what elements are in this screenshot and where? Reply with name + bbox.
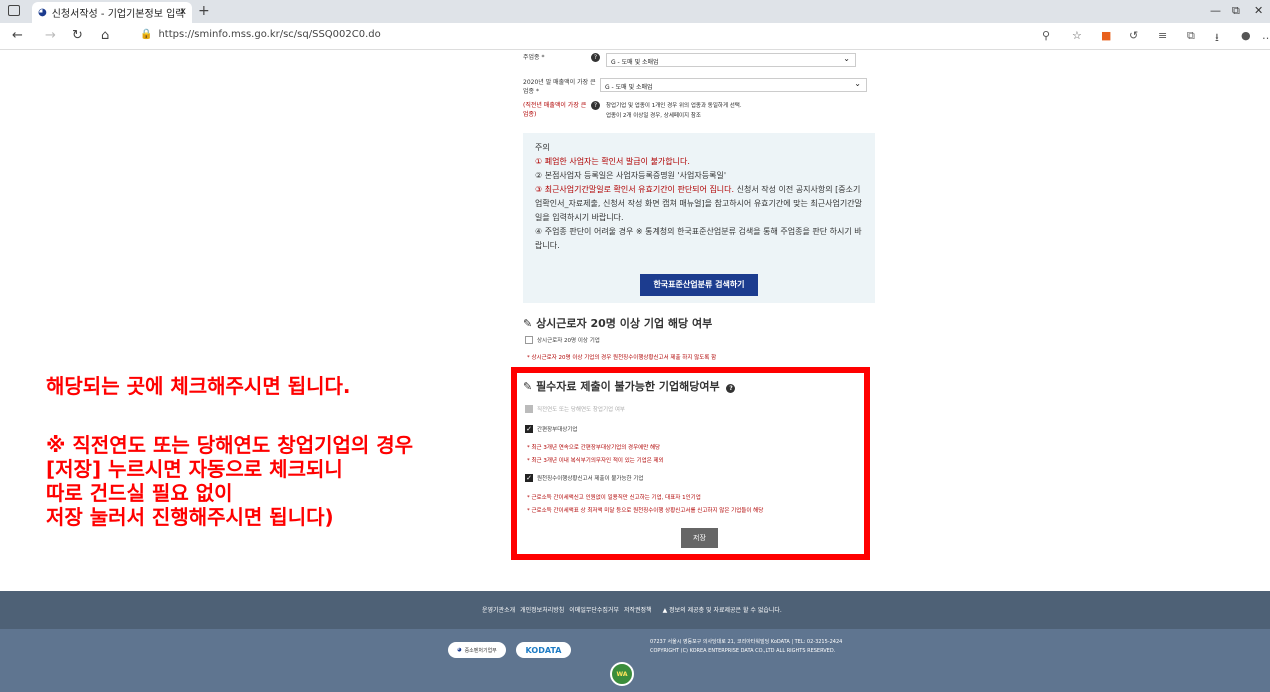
- startup-checkbox-row: 직전연도 또는 당해연도 창업기업 여부: [525, 405, 625, 413]
- download-icon[interactable]: ⭳: [1215, 29, 1219, 48]
- sync-icon[interactable]: ↺: [1129, 29, 1138, 42]
- notice-box: 주의 ① 폐업한 사업자는 확인서 발급이 불가합니다. ② 본점사업자 등록일…: [523, 133, 875, 303]
- startup-checkbox-label: 직전연도 또는 당해연도 창업기업 여부: [537, 407, 625, 413]
- notice-heading: 주의: [535, 143, 550, 152]
- main-industry-select[interactable]: G - 도매 및 소매업: [606, 53, 856, 67]
- browser-toolbar: ← → ↻ ⌂ 🔒 https://sminfo.mss.go.kr/sc/sq/…: [0, 23, 1270, 50]
- wa-certification-mark: WA: [610, 662, 634, 686]
- main-industry-row: 주업종 * ? G - 도매 및 소매업: [523, 53, 875, 67]
- annotation-line-3: [저장] 누르시면 자동으로 체크되니: [46, 457, 343, 481]
- annotation-line-4: 따로 건드실 필요 없이: [46, 481, 233, 505]
- sales-industry-select[interactable]: G - 도매 및 소매업: [600, 78, 867, 92]
- back-icon[interactable]: ←: [12, 28, 23, 43]
- simple-book-note-2: * 최근 3개년 이내 복식부기의무자인 적이 있는 기업은 제외: [527, 458, 664, 464]
- help-icon[interactable]: ?: [726, 384, 736, 393]
- extension-icon[interactable]: ■: [1101, 29, 1111, 42]
- help-icon[interactable]: ?: [591, 101, 600, 110]
- main-industry-label: 주업종 *: [523, 54, 545, 61]
- browser-tab-bar: ◕ 신청서작성 - 기업기본정보 입력 x + — ⧉ ✕: [0, 0, 1270, 23]
- withholding-checkbox-row[interactable]: ✓ 원천징수이행상황신고서 제출이 불가능한 기업: [525, 474, 643, 482]
- recent-note-2: 업종이 2개 이상일 경우, 상세페이지 참조: [606, 113, 701, 119]
- share-icon[interactable]: ⧉: [1187, 29, 1195, 43]
- employee-checkbox-label: 상시근로자 20명 이상 기업: [537, 338, 600, 344]
- footer-link-about[interactable]: 운영기관소개: [482, 605, 515, 614]
- employee-checkbox[interactable]: [525, 336, 533, 344]
- footer-link-copyright[interactable]: 저작권정책: [624, 605, 652, 614]
- kodata-logo: KODATA: [516, 642, 571, 658]
- footer-link-privacy[interactable]: 개인정보처리방침: [520, 605, 564, 614]
- notice-line-2: ② 본점사업자 등록일은 사업자등록증명원 '사업자등록일': [535, 171, 727, 180]
- help-icon[interactable]: ?: [591, 53, 600, 62]
- page-content: 주업종 * ? G - 도매 및 소매업 2020년 말 매출액이 가장 큰 업…: [0, 50, 1270, 692]
- collections-icon[interactable]: ≡: [1158, 29, 1167, 42]
- restore-button[interactable]: ⧉: [1232, 4, 1240, 18]
- annotation-line-2: ※ 직전연도 또는 당해연도 창업기업의 경우: [46, 433, 414, 457]
- notice-line-1: ① 폐업한 사업자는 확인서 발급이 불가합니다.: [535, 157, 690, 166]
- footer-links-bar: 운영기관소개 개인정보처리방침 이메일무단수집거부 저작권정책 ▲ 정보의 제공…: [0, 591, 1270, 629]
- simple-book-checkbox[interactable]: ✓: [525, 425, 533, 433]
- simple-book-checkbox-row[interactable]: ✓ 간편장부대상기업: [525, 425, 577, 433]
- footer-copyright: 07237 서울시 영등포구 의사당대로 21, 코리아타워빌딩 KoDATA …: [650, 639, 843, 654]
- home-icon[interactable]: ⌂: [101, 28, 109, 43]
- tab-close-icon[interactable]: x: [180, 6, 186, 17]
- notice-line-4: ④ 주업종 판단이 어려울 경우 ※ 통계청의 한국표준산업분류 검색을 통해 …: [535, 227, 862, 250]
- footer-info: ◕ 중소벤처기업부 KODATA 07237 서울시 영등포구 의사당대로 21,…: [0, 629, 1270, 692]
- simple-book-note-1: * 최근 3개년 연속으로 간편장부대상기업의 경우에만 해당: [527, 445, 661, 451]
- window-menu-icon[interactable]: [8, 5, 20, 16]
- simple-book-checkbox-label: 간편장부대상기업: [537, 427, 578, 433]
- edit-icon: ✎: [523, 380, 533, 393]
- footer-warning: ▲ 정보의 제공충 및 자료제공은 할 수 없습니다.: [662, 607, 782, 614]
- recent-industry-label: (직전년 매출액이 가장 큰 업종): [523, 102, 587, 118]
- address-bar[interactable]: 🔒 https://sminfo.mss.go.kr/sc/sq/SSQ002C0…: [140, 29, 381, 40]
- annotation-line-5: 저장 눌러서 진행해주시면 됩니다): [46, 505, 334, 529]
- close-window-button[interactable]: ✕: [1254, 4, 1263, 17]
- withholding-note-2: * 근로소득 간이세액표 상 최저액 미달 등으로 원천징수이행 상황신고서를 …: [527, 508, 764, 514]
- employee-checkbox-row[interactable]: 상시근로자 20명 이상 기업: [525, 336, 600, 344]
- withholding-note-1: * 근로소득 간이세액신고 인원없이 일용직만 신고하는 기업, 대표자 1인기…: [527, 495, 701, 501]
- browser-tab[interactable]: ◕ 신청서작성 - 기업기본정보 입력 x: [32, 2, 192, 23]
- lock-icon: 🔒: [140, 29, 153, 40]
- site-favicon-icon: ◕: [38, 7, 47, 18]
- edit-icon: ✎: [523, 317, 533, 330]
- refresh-icon[interactable]: ↻: [72, 28, 83, 43]
- recent-industry-row: (직전년 매출액이 가장 큰 업종) ? 창업기업 및 업종이 1개인 경우 위…: [523, 101, 875, 121]
- new-tab-button[interactable]: +: [198, 3, 210, 19]
- ministry-logo: ◕ 중소벤처기업부: [448, 642, 506, 658]
- annotation-line-1: 해당되는 곳에 체크해주시면 됩니다.: [46, 374, 351, 398]
- tab-title: 신청서작성 - 기업기본정보 입력: [51, 9, 185, 20]
- save-button[interactable]: 저장: [681, 528, 718, 548]
- recent-note-1: 창업기업 및 업종이 1개인 경우 위의 업종과 동일하게 선택.: [606, 103, 742, 109]
- forward-icon[interactable]: →: [45, 28, 56, 43]
- withholding-checkbox-label: 원천징수이행상황신고서 제출이 불가능한 기업: [537, 476, 644, 482]
- favorite-icon[interactable]: ☆: [1072, 29, 1082, 42]
- footer-link-email[interactable]: 이메일무단수집거부: [569, 605, 619, 614]
- zoom-icon[interactable]: ⚲: [1042, 29, 1050, 42]
- minimize-button[interactable]: —: [1210, 4, 1221, 17]
- notice-line-3: ③ 최근사업기간말일로 확인서 유효기간이 판단되어 집니다. 신청서 작성 이…: [535, 185, 862, 222]
- sales-industry-row: 2020년 말 매출액이 가장 큰 업종 * G - 도매 및 소매업: [523, 78, 875, 96]
- more-icon[interactable]: …: [1262, 29, 1270, 42]
- withholding-checkbox[interactable]: ✓: [525, 474, 533, 482]
- profile-icon[interactable]: ●: [1241, 29, 1251, 42]
- section-required-title: ✎ 필수자료 제출이 불가능한 기업해당여부 ?: [523, 378, 741, 394]
- url-text: https://sminfo.mss.go.kr/sc/sq/SSQ002C0.…: [158, 29, 381, 40]
- sales-industry-label: 2020년 말 매출액이 가장 큰 업종 *: [523, 79, 596, 95]
- ksic-search-button[interactable]: 한국표준산업분류 검색하기: [640, 274, 758, 296]
- section-employee-title: ✎ 상시근로자 20명 이상 기업 해당 여부: [523, 317, 713, 330]
- startup-checkbox: [525, 405, 533, 413]
- employee-note: * 상시근로자 20명 이상 기업의 경우 원천징수이행상황신고서 제출 하지 …: [527, 355, 717, 361]
